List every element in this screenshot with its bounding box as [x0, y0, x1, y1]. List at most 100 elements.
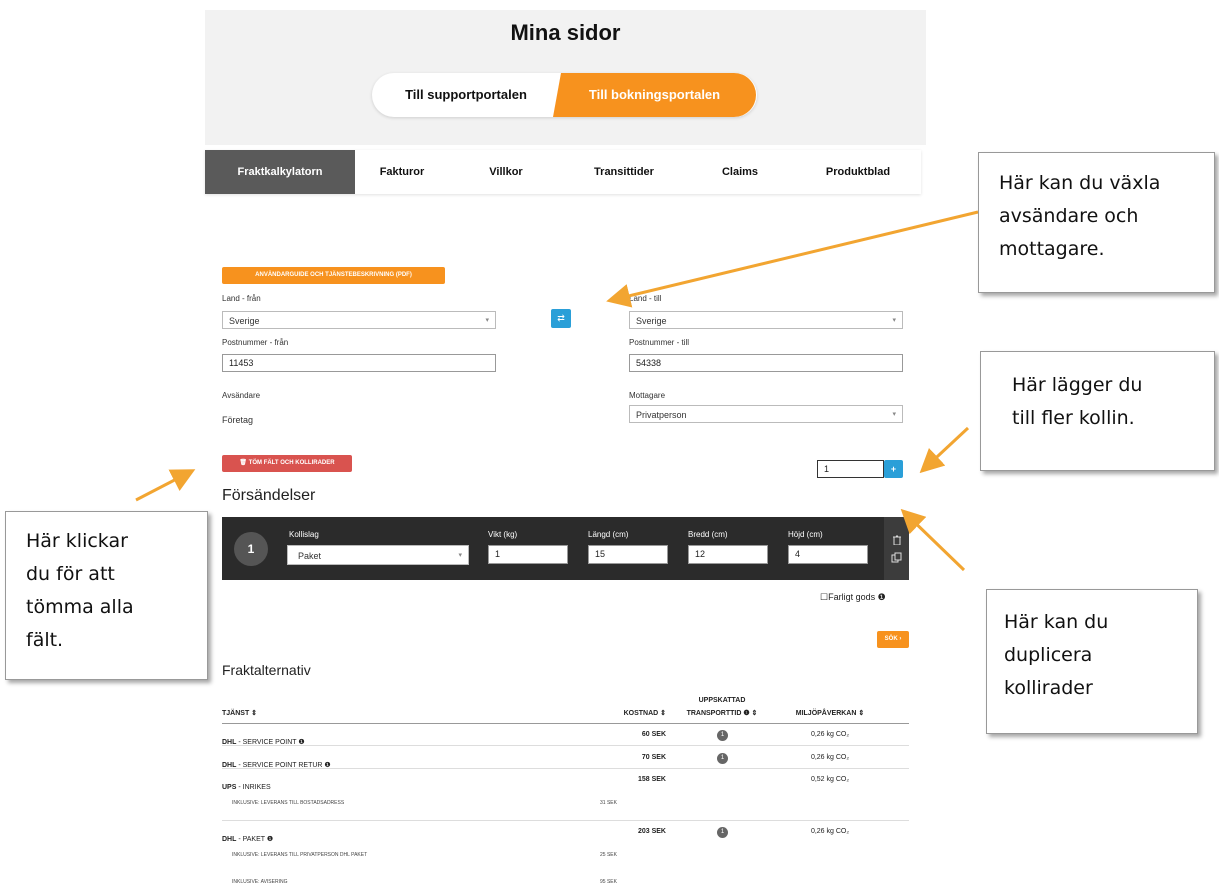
user-guide-button[interactable]: ANVÄNDARGUIDE OCH TJÄNSTEBESKRIVNING (PD… — [222, 267, 445, 284]
chevron-down-icon: ▾ — [458, 552, 462, 559]
environment-value: 0,52 kg CO₂ — [810, 776, 850, 783]
cost-value: 60 SEK — [641, 731, 666, 738]
callout-line: Här klickar — [26, 530, 128, 552]
col-transit[interactable]: TRANSPORTTID ❶ ⇕ — [672, 709, 772, 717]
col-transit-line1: UPPSKATTAD — [698, 697, 746, 704]
package-type-value: Paket — [298, 551, 322, 561]
swap-icon: ⇄ — [557, 313, 565, 323]
package-type-label: Kollislag — [289, 530, 319, 539]
callout-line: till fler kollin. — [1012, 407, 1135, 429]
postal-to-input[interactable]: 54338 — [629, 354, 903, 372]
included-service: INKLUSIVE: LEVERANS TILL PRIVATPERSON DH… — [232, 852, 368, 858]
support-portal-button[interactable]: Till supportportalen — [372, 73, 560, 117]
callout-line: duplicera — [1004, 644, 1093, 666]
country-from-value: Sverige — [229, 316, 260, 326]
chevron-down-icon: ▾ — [892, 317, 896, 324]
transit-badge: 1 — [717, 827, 728, 838]
tab-transittider[interactable]: Transittider — [563, 150, 685, 194]
included-cost: 25 SEK — [600, 852, 617, 858]
callout-add: Här lägger du till fler kollin. — [980, 351, 1215, 471]
included-cost: 31 SEK — [600, 800, 617, 806]
tab-fraktkalkylatorn[interactable]: Fraktkalkylatorn — [205, 150, 355, 194]
tab-bar: Fraktkalkylatorn Fakturor Villkor Transi… — [205, 150, 921, 194]
country-from-select[interactable]: Sverige ▾ — [222, 311, 496, 329]
receiver-label: Mottagare — [629, 391, 666, 400]
length-label: Längd (cm) — [588, 530, 629, 539]
country-to-value: Sverige — [636, 316, 667, 326]
plus-icon: + — [890, 464, 897, 474]
row-divider — [222, 768, 909, 769]
callout-line: Här kan du — [1004, 611, 1109, 633]
results-heading: Fraktalternativ — [222, 662, 311, 678]
tab-claims[interactable]: Claims — [685, 150, 795, 194]
length-input[interactable]: 15 — [588, 545, 668, 564]
chevron-down-icon: ▾ — [485, 317, 489, 324]
package-count-input[interactable]: 1 — [817, 460, 884, 478]
country-from-label: Land - från — [222, 294, 261, 303]
height-input[interactable]: 4 — [788, 545, 868, 564]
country-to-select[interactable]: Sverige ▾ — [629, 311, 903, 329]
callout-clear: Här klickar du för att tömma alla fält. — [5, 511, 208, 680]
package-type-select[interactable]: Paket ▾ — [287, 545, 469, 565]
environment-value: 0,26 kg CO₂ — [810, 731, 850, 738]
callout-duplicate: Här kan du duplicera kollirader — [986, 589, 1198, 734]
col-environment[interactable]: MILJÖPÅVERKAN ⇕ — [780, 709, 880, 717]
postal-from-input[interactable]: 11453 — [222, 354, 496, 372]
cost-value: 70 SEK — [641, 754, 666, 761]
duplicate-row-icon[interactable] — [891, 551, 903, 563]
postal-from-label: Postnummer - från — [222, 338, 289, 347]
row-divider — [222, 745, 909, 746]
col-cost[interactable]: KOSTNAD ⇕ — [600, 709, 666, 717]
carrier-name: DHL — [222, 836, 237, 843]
country-to-label: Land - till — [629, 294, 662, 303]
chevron-down-icon: ▾ — [892, 411, 896, 418]
callout-line: Här kan du växla — [999, 172, 1161, 194]
booking-portal-button[interactable]: Till bokningsportalen — [553, 73, 756, 117]
callout-line: fält. — [26, 629, 64, 651]
package-row-number: 1 — [234, 532, 268, 566]
dangerous-goods-checkbox[interactable]: ☐Farligt gods ❶ — [820, 592, 886, 603]
sender-value: Företag — [222, 415, 254, 425]
callout-line: kollirader — [1004, 677, 1093, 699]
col-service[interactable]: TJÄNST ⇕ — [222, 709, 257, 717]
delete-row-icon[interactable] — [891, 532, 903, 546]
environment-value: 0,26 kg CO₂ — [810, 828, 850, 835]
callout-line: du för att — [26, 563, 115, 585]
tab-fakturor[interactable]: Fakturor — [355, 150, 449, 194]
height-label: Höjd (cm) — [788, 530, 823, 539]
table-header-divider — [222, 723, 909, 724]
search-button[interactable]: SÖK › — [877, 631, 909, 648]
weight-label: Vikt (kg) — [488, 530, 518, 539]
weight-input[interactable]: 1 — [488, 545, 568, 564]
table-row[interactable]: DHL - SERVICE POINT RETUR ❶ — [222, 754, 331, 772]
swap-button[interactable]: ⇄ — [551, 309, 571, 328]
tab-villkor[interactable]: Villkor — [449, 150, 563, 194]
receiver-value: Privatperson — [636, 410, 687, 420]
tab-produktblad[interactable]: Produktblad — [795, 150, 921, 194]
included-service: INKLUSIVE: AVISERING — [232, 879, 288, 885]
postal-to-label: Postnummer - till — [629, 338, 690, 347]
cost-value: 158 SEK — [637, 776, 666, 783]
package-row-tools — [884, 517, 909, 580]
table-row[interactable]: DHL - SERVICE POINT ❶ — [222, 731, 305, 749]
callout-line: Här lägger du — [1012, 374, 1143, 396]
add-package-button[interactable]: + — [884, 460, 903, 478]
service-name: - PAKET ❶ — [236, 836, 274, 843]
width-label: Bredd (cm) — [688, 530, 728, 539]
table-row[interactable]: UPS - INRIKES — [222, 776, 271, 794]
callout-line: avsändare och — [999, 205, 1139, 227]
width-input[interactable]: 12 — [688, 545, 768, 564]
callout-line: mottagare. — [999, 238, 1105, 260]
callout-swap: Här kan du växla avsändare och mottagare… — [978, 152, 1215, 293]
transit-badge: 1 — [717, 753, 728, 764]
environment-value: 0,26 kg CO₂ — [810, 754, 850, 761]
service-name: - INRIKES — [236, 784, 271, 791]
included-service: INKLUSIVE: LEVERANS TILL BOSTADSADRESS — [232, 800, 345, 806]
table-row[interactable]: DHL - PAKET ❶ — [222, 828, 273, 846]
clear-fields-button[interactable]: 🗑 TÖM FÄLT OCH KOLLIRADER — [222, 455, 352, 472]
included-cost: 95 SEK — [600, 879, 617, 885]
receiver-select[interactable]: Privatperson ▾ — [629, 405, 903, 423]
cost-value: 203 SEK — [637, 828, 666, 835]
carrier-name: UPS — [222, 784, 237, 791]
page-title: Mina sidor — [510, 20, 621, 45]
